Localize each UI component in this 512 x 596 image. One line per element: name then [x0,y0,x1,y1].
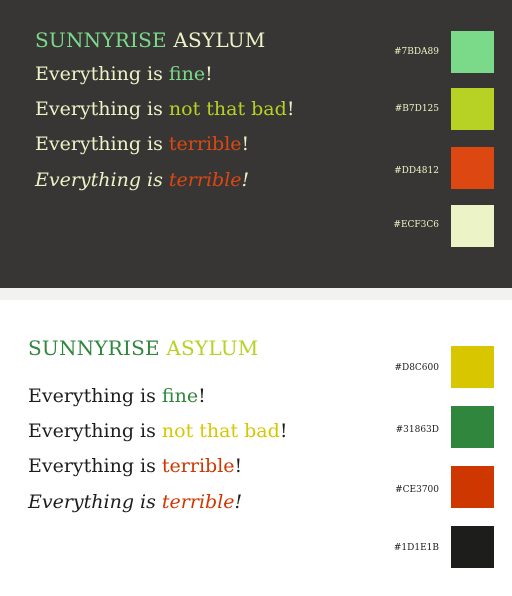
sample-line-not-that-bad: Everything is not that bad! [35,98,294,120]
line-suffix: ! [198,385,206,407]
brand-title-part1: SUNNYRISE [28,336,160,360]
line-emphasis: terrible [161,455,235,477]
color-swatch [451,205,494,247]
color-swatch [451,346,494,388]
line-prefix: Everything is [35,169,169,191]
swatch-hex-label: #CE3700 [395,485,439,495]
line-emphasis: terrible [168,169,242,191]
brand-title: SUNNYRISE ASYLUM [28,336,258,360]
line-prefix: Everything is [35,63,169,85]
color-swatch [451,526,494,568]
swatch-hex-label: #7BDA89 [393,47,439,57]
line-suffix: ! [279,420,288,442]
color-swatch [451,406,494,448]
brand-title: SUNNYRISE ASYLUM [35,28,265,52]
color-swatch [451,88,494,130]
line-emphasis: not that bad [161,420,280,442]
light-palette-panel: SUNNYRISE ASYLUM Everything is fine! Eve… [0,300,512,596]
color-swatch [451,466,494,508]
line-prefix: Everything is [35,98,169,120]
line-suffix: ! [286,98,295,120]
line-prefix: Everything is [28,491,162,513]
sample-line-terrible-italic: Everything is terrible! [28,491,242,513]
line-prefix: Everything is [28,455,162,477]
sample-line-fine: Everything is fine! [28,385,206,407]
swatch-hex-label: #1D1E1B [393,543,439,553]
line-suffix: ! [234,455,243,477]
dark-palette-panel: SUNNYRISE ASYLUM Everything is fine! Eve… [0,0,512,288]
swatch-hex-label: #B7D125 [394,104,439,114]
line-emphasis: not that bad [168,98,287,120]
line-emphasis: fine [168,63,206,85]
line-emphasis: terrible [168,133,242,155]
brand-title-part2: ASYLUM [173,28,266,52]
line-suffix: ! [234,491,243,513]
sample-line-not-that-bad: Everything is not that bad! [28,420,287,442]
line-prefix: Everything is [28,420,162,442]
line-emphasis: fine [161,385,199,407]
sample-line-fine: Everything is fine! [35,63,213,85]
line-emphasis: terrible [161,491,235,513]
sample-line-terrible: Everything is terrible! [28,455,242,477]
swatch-hex-label: #D8C600 [394,363,439,373]
sample-line-terrible-italic: Everything is terrible! [35,169,249,191]
swatch-hex-label: #DD4812 [394,166,439,176]
brand-title-part1: SUNNYRISE [35,28,167,52]
swatch-hex-label: #31863D [395,425,439,435]
line-suffix: ! [205,63,213,85]
line-prefix: Everything is [28,385,162,407]
brand-title-part2: ASYLUM [166,336,259,360]
line-suffix: ! [241,133,250,155]
line-suffix: ! [241,169,250,191]
color-swatch [451,147,494,189]
swatch-hex-label: #ECF3C6 [393,220,439,230]
sample-line-terrible: Everything is terrible! [35,133,249,155]
line-prefix: Everything is [35,133,169,155]
color-swatch [451,31,494,73]
